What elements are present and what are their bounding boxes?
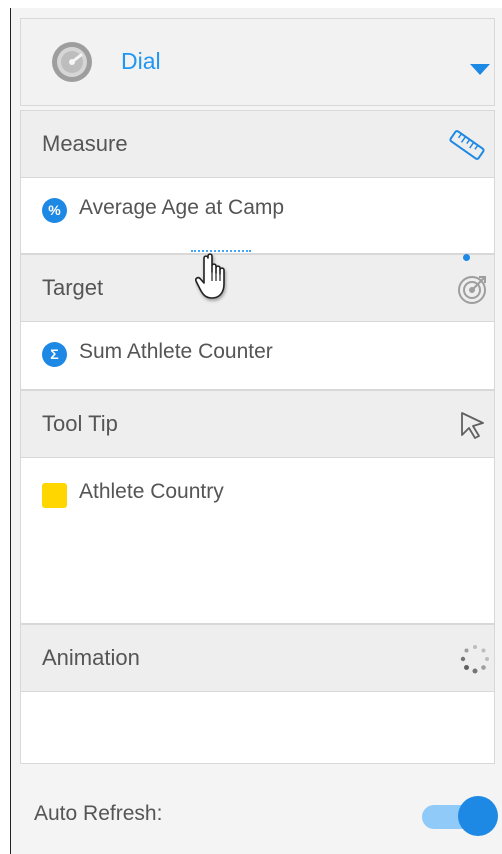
section-title-target: Target — [42, 275, 104, 300]
section-title-measure: Measure — [42, 131, 128, 156]
percent-icon: % — [42, 198, 67, 223]
pointer-arrow-icon — [461, 412, 484, 439]
section-header-tooltip-bg: Tool Tip — [20, 390, 495, 458]
section-title-animation: Animation — [42, 645, 140, 670]
chart-type-label: Dial — [121, 48, 161, 74]
target-icon — [458, 276, 486, 304]
auto-refresh-toggle[interactable] — [422, 796, 498, 838]
section-header-target: Target — [20, 254, 495, 322]
dial-gauge-icon — [52, 42, 92, 82]
field-label: Athlete Country — [79, 480, 224, 503]
chevron-down-icon[interactable] — [470, 64, 490, 75]
dimension-swatch-icon — [42, 483, 67, 508]
field-label: Sum Athlete Counter — [79, 340, 273, 363]
auto-refresh-label: Auto Refresh: — [34, 802, 163, 825]
section-title-tooltip: Tool Tip — [42, 411, 118, 436]
section-body-target[interactable]: Σ Sum Athlete Counter — [20, 322, 495, 390]
toggle-knob — [458, 796, 498, 836]
ruler-icon — [449, 130, 485, 160]
drop-indicator-dot — [463, 254, 470, 261]
chart-type-selector[interactable]: Dial — [20, 18, 495, 106]
auto-refresh-row: Auto Refresh: — [11, 776, 502, 854]
chart-settings-panel: Dial Measure % Average Age at Camp Targe… — [10, 8, 502, 854]
sigma-icon: Σ — [42, 342, 67, 367]
section-header-animation: Animation — [20, 624, 495, 692]
section-body-tooltip[interactable]: Athlete Country — [20, 458, 495, 624]
section-body-measure[interactable]: % Average Age at Camp — [20, 178, 495, 254]
section-body-animation[interactable] — [20, 692, 495, 764]
section-header-measure: Measure — [20, 110, 495, 178]
spinner-icon — [460, 645, 489, 674]
field-label: Average Age at Camp — [79, 196, 285, 219]
hand-pointer-icon — [195, 253, 225, 299]
